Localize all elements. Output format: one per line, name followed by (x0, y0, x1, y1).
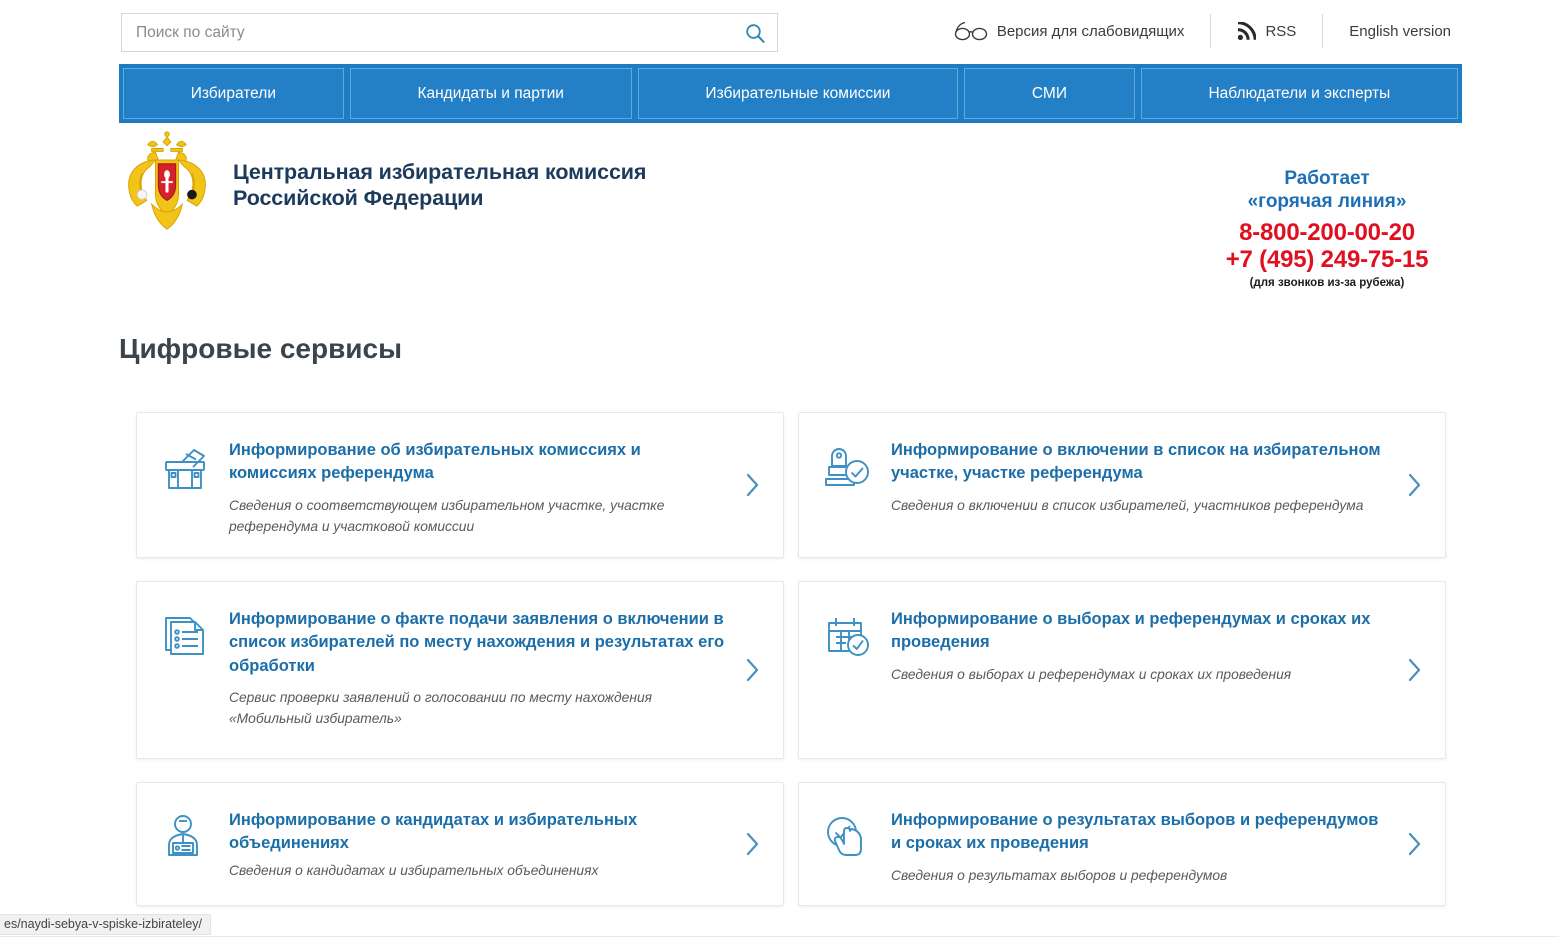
brand-title-line2: Российской Федерации (233, 185, 646, 211)
card-title: Информирование о факте подачи заявления … (229, 610, 724, 675)
nav-item-label: СМИ (1032, 85, 1067, 103)
hotline-phone-primary[interactable]: 8-800-200-00-20 (1192, 219, 1462, 247)
search-button[interactable] (733, 14, 777, 51)
card-description: Сведения о результатах выборов и референ… (891, 866, 1387, 887)
window-bottom-edge (0, 936, 1559, 941)
card-body: Информирование о включении в список на и… (891, 439, 1421, 517)
card-description: Сведения о соответствующем избирательном… (229, 496, 725, 538)
card-title: Информирование о кандидатах и избиратель… (229, 811, 637, 852)
top-links: Версия для слабовидящих RSS English vers… (928, 8, 1477, 54)
card-body: Информирование о факте подачи заявления … (229, 608, 759, 730)
site-brand[interactable]: Центральная избирательная комиссия Росси… (119, 130, 646, 240)
card-body: Информирование об избирательных комиссия… (229, 439, 759, 538)
card-title: Информирование об избирательных комиссия… (229, 441, 641, 482)
search-icon (743, 21, 767, 45)
nav-item-candidates-parties[interactable]: Кандидаты и партии (350, 68, 632, 119)
chevron-right-icon (1403, 468, 1425, 502)
rss-label: RSS (1265, 23, 1296, 40)
chevron-right-icon (741, 653, 763, 687)
card-title: Информирование о выборах и референдумах … (891, 610, 1370, 651)
card-body: Информирование о выборах и референдумах … (891, 608, 1421, 686)
card-title: Информирование о включении в список на и… (891, 441, 1381, 482)
card-title: Информирование о результатах выборов и р… (891, 811, 1378, 852)
rss-link[interactable]: RSS (1211, 11, 1322, 51)
english-version-link[interactable]: English version (1323, 11, 1477, 51)
russian-coat-of-arms-icon (119, 130, 215, 240)
nav-item-label: Избирательные комиссии (705, 85, 890, 103)
nav-item-label: Наблюдатели и эксперты (1208, 85, 1390, 103)
nav-item-election-commissions[interactable]: Избирательные комиссии (638, 68, 958, 119)
digital-services-grid: Информирование об избирательных комиссия… (136, 412, 1446, 906)
chevron-right-icon (1403, 653, 1425, 687)
page-root: Версия для слабовидящих RSS English vers… (0, 0, 1559, 941)
status-bar-url: es/naydi-sebya-v-spiske-izbirateley/ (0, 914, 211, 935)
check-hand-icon (821, 811, 873, 863)
service-card-election-commissions[interactable]: Информирование об избирательных комиссия… (136, 412, 784, 558)
hotline-title: Работает (1192, 168, 1462, 190)
hotline-note: (для звонков из-за рубежа) (1192, 277, 1462, 290)
brand-title: Центральная избирательная комиссия Росси… (233, 159, 646, 211)
nav-item-voters[interactable]: Избиратели (123, 68, 344, 119)
hotline-block: Работает «горячая линия» 8-800-200-00-20… (1192, 168, 1462, 290)
card-description: Сервис проверки заявлений о голосовании … (229, 688, 725, 730)
candidate-badge-icon (159, 811, 211, 863)
card-description: Сведения о кандидатах и избирательных об… (229, 861, 725, 882)
accessibility-version-link[interactable]: Версия для слабовидящих (928, 11, 1211, 51)
main-navigation: Избиратели Кандидаты и партии Избиратель… (119, 64, 1462, 123)
service-card-election-results[interactable]: Информирование о результатах выборов и р… (798, 782, 1446, 906)
service-card-voter-list-inclusion[interactable]: Информирование о включении в список на и… (798, 412, 1446, 558)
chevron-right-icon (1403, 827, 1425, 861)
stamp-check-icon (821, 441, 873, 493)
card-body: Информирование о результатах выборов и р… (891, 809, 1421, 887)
calendar-check-icon (821, 610, 873, 662)
top-bar: Версия для слабовидящих RSS English vers… (0, 0, 1559, 62)
search-bar[interactable] (121, 13, 778, 52)
card-description: Сведения о выборах и референдумах и срок… (891, 665, 1387, 686)
chevron-right-icon (741, 468, 763, 502)
nav-item-media[interactable]: СМИ (964, 68, 1135, 119)
service-card-elections-schedule[interactable]: Информирование о выборах и референдумах … (798, 581, 1446, 759)
glasses-icon (954, 21, 988, 41)
card-body: Информирование о кандидатах и избиратель… (229, 809, 759, 882)
rss-icon (1237, 22, 1256, 41)
brand-title-line1: Центральная избирательная комиссия (233, 159, 646, 185)
english-version-label: English version (1349, 23, 1451, 40)
nav-item-label: Кандидаты и партии (417, 85, 563, 103)
ballot-box-icon (159, 441, 211, 493)
hotline-subtitle: «горячая линия» (1192, 191, 1462, 213)
nav-item-observers-experts[interactable]: Наблюдатели и эксперты (1141, 68, 1458, 119)
service-card-application-status[interactable]: Информирование о факте подачи заявления … (136, 581, 784, 759)
card-description: Сведения о включении в список избирателе… (891, 496, 1387, 517)
accessibility-version-label: Версия для слабовидящих (997, 23, 1185, 40)
document-list-icon (159, 610, 211, 662)
chevron-right-icon (741, 827, 763, 861)
search-input[interactable] (122, 14, 733, 51)
nav-item-label: Избиратели (191, 85, 276, 103)
page-title: Цифровые сервисы (119, 333, 402, 365)
hotline-phone-international[interactable]: +7 (495) 249-75-15 (1192, 246, 1462, 274)
service-card-candidates[interactable]: Информирование о кандидатах и избиратель… (136, 782, 784, 906)
